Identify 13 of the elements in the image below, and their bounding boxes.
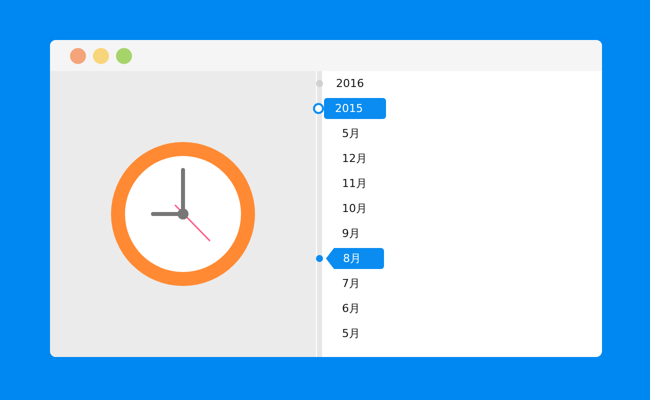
month-item[interactable]: 12月 (342, 148, 367, 169)
window-button[interactable] (116, 48, 132, 64)
year-item[interactable]: 2016 (336, 73, 364, 94)
window-button[interactable] (93, 48, 109, 64)
clock-icon (111, 142, 255, 286)
month-item[interactable]: 7月 (342, 273, 360, 294)
window-button[interactable] (70, 48, 86, 64)
month-item[interactable]: 9月 (342, 223, 360, 244)
month-item[interactable]: 11月 (342, 173, 367, 194)
month-item[interactable]: 5月 (342, 323, 360, 344)
month-item[interactable]: 10月 (342, 198, 367, 219)
month-item[interactable]: 6月 (342, 298, 360, 319)
month-item[interactable]: 5月 (342, 123, 360, 144)
